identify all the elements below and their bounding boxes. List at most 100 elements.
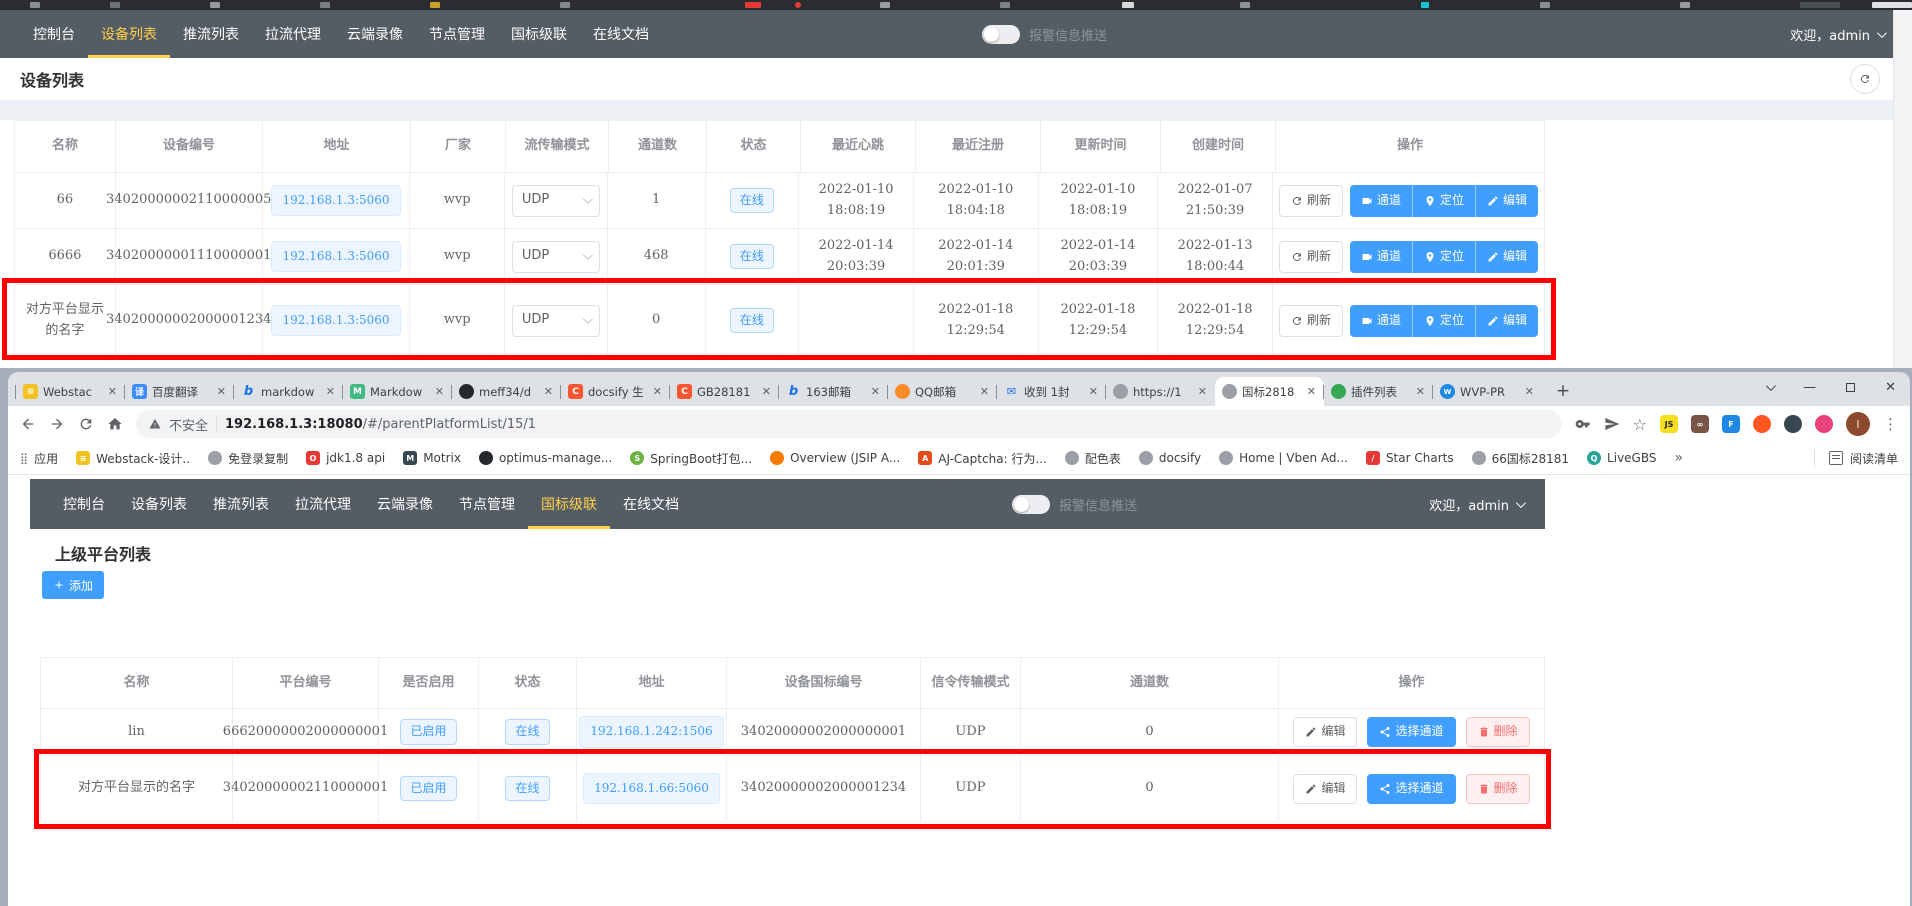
bookmark-star-icon[interactable]: ☆	[1633, 415, 1647, 434]
refresh-page-button[interactable]	[1850, 64, 1880, 94]
bookmark-springboot[interactable]: SSpringBoot打包...	[630, 450, 752, 467]
delete-button[interactable]: 删除	[1466, 717, 1530, 747]
tab-close-icon[interactable]: ✕	[107, 385, 118, 398]
alarm-push-toggle[interactable]	[982, 25, 1020, 44]
edit-button[interactable]: 编辑	[1476, 305, 1538, 337]
edit-button[interactable]: 编辑	[1476, 241, 1538, 273]
refresh-button[interactable]: 刷新	[1279, 185, 1343, 217]
tab-close-icon[interactable]: ✕	[652, 385, 663, 398]
channel-button[interactable]: 通道	[1350, 185, 1413, 217]
tab-close-icon[interactable]: ✕	[1415, 385, 1426, 398]
extension-icon[interactable]: ∞	[1691, 415, 1709, 433]
stream-mode-select[interactable]: UDP	[512, 185, 600, 217]
nav-item-cloud-record[interactable]: 云端录像	[364, 479, 446, 529]
edit-button[interactable]: 编辑	[1476, 185, 1538, 217]
tab-close-icon[interactable]: ✕	[1306, 385, 1317, 398]
new-tab-button[interactable]: +	[1550, 378, 1576, 404]
passwords-key-icon[interactable]	[1575, 416, 1591, 432]
bookmark-motrix[interactable]: MMotrix	[403, 451, 461, 465]
tab-wvp[interactable]: WWVP-PR✕	[1433, 377, 1542, 406]
bookmark-jdk-api[interactable]: Ojdk1.8 api	[306, 451, 385, 465]
locate-button[interactable]: 定位	[1413, 185, 1476, 217]
bookmark-docsify[interactable]: docsify	[1139, 451, 1201, 465]
refresh-button[interactable]: 刷新	[1279, 241, 1343, 273]
user-menu[interactable]: 欢迎，admin	[1429, 495, 1523, 514]
nav-item-gb-cascade[interactable]: 国标级联	[498, 10, 580, 58]
address-link[interactable]: 192.168.1.242:1506	[579, 716, 723, 747]
bookmark-vben[interactable]: Home | Vben Ad...	[1219, 451, 1348, 465]
address-link[interactable]: 192.168.1.3:5060	[271, 185, 400, 216]
bookmark-aj-captcha[interactable]: AAJ-Captcha: 行为...	[918, 450, 1047, 467]
url-bar[interactable]: 不安全 192.168.1.3:18080/#/parentPlatformLi…	[136, 410, 1562, 438]
tab-close-icon[interactable]: ✕	[434, 385, 445, 398]
home-button[interactable]	[107, 416, 123, 432]
tab-close-icon[interactable]: ✕	[216, 385, 227, 398]
nav-item-push-list[interactable]: 推流列表	[200, 479, 282, 529]
bookmarks-overflow-chevron[interactable]: »	[1675, 450, 1684, 466]
refresh-button[interactable]: 刷新	[1279, 305, 1343, 337]
nav-item-online-docs[interactable]: 在线文档	[580, 10, 662, 58]
tab-gb-cascade-active[interactable]: 国标2818✕	[1215, 377, 1324, 406]
nav-item-device-list[interactable]: 设备列表	[88, 10, 170, 58]
bookmark-gb28181[interactable]: 66国标28181	[1472, 450, 1569, 467]
tab-close-icon[interactable]: ✕	[979, 385, 990, 398]
delete-button[interactable]: 删除	[1466, 774, 1530, 804]
bookmark-star-charts[interactable]: /Star Charts	[1366, 451, 1454, 465]
minimize-button[interactable]: —	[1803, 380, 1816, 395]
send-to-device-icon[interactable]	[1604, 416, 1620, 432]
tab-close-icon[interactable]: ✕	[325, 385, 336, 398]
forward-button[interactable]	[49, 416, 65, 432]
channel-button[interactable]: 通道	[1350, 241, 1413, 273]
tab-close-icon[interactable]: ✕	[1524, 385, 1535, 398]
nav-item-pull-proxy[interactable]: 拉流代理	[282, 479, 364, 529]
bookmark-copy[interactable]: 免登录复制	[208, 450, 288, 467]
address-link[interactable]: 192.168.1.3:5060	[271, 305, 400, 336]
tab-webstack[interactable]: ≡Webstac✕	[16, 377, 125, 406]
extension-js-icon[interactable]: JS	[1660, 415, 1678, 433]
tab-close-icon[interactable]: ✕	[543, 385, 554, 398]
nav-item-device-list[interactable]: 设备列表	[118, 479, 200, 529]
bookmark-apps[interactable]: ⣿应用	[20, 450, 58, 467]
extension-fire-icon[interactable]	[1753, 415, 1771, 433]
tab-github[interactable]: meff34/d✕	[452, 377, 561, 406]
scrollbar-track[interactable]	[1893, 10, 1912, 368]
tab-markdown-green[interactable]: MMarkdow✕	[343, 377, 452, 406]
tab-close-icon[interactable]: ✕	[761, 385, 772, 398]
nav-item-node-manage[interactable]: 节点管理	[416, 10, 498, 58]
stream-mode-select[interactable]: UDP	[512, 305, 600, 337]
bookmark-colors[interactable]: 配色表	[1065, 450, 1121, 467]
tab-extensions[interactable]: 插件列表✕	[1324, 377, 1433, 406]
edit-button[interactable]: 编辑	[1293, 774, 1357, 804]
nav-item-cloud-record[interactable]: 云端录像	[334, 10, 416, 58]
user-menu[interactable]: 欢迎，admin	[1790, 25, 1884, 44]
tab-search-chevron-icon[interactable]	[1766, 381, 1776, 391]
add-platform-button[interactable]: 添加	[42, 571, 104, 599]
locate-button[interactable]: 定位	[1413, 241, 1476, 273]
nav-item-pull-proxy[interactable]: 拉流代理	[252, 10, 334, 58]
tab-close-icon[interactable]: ✕	[870, 385, 881, 398]
bookmark-optimus[interactable]: optimus-manage...	[479, 451, 612, 465]
locate-button[interactable]: 定位	[1413, 305, 1476, 337]
bookmark-livegbs[interactable]: QLiveGBS	[1587, 451, 1656, 465]
browser-menu-icon[interactable]: ⋮	[1883, 415, 1898, 433]
tab-docsify[interactable]: Cdocsify 生✕	[561, 377, 670, 406]
close-window-button[interactable]: ✕	[1885, 380, 1896, 395]
bookmark-webstack[interactable]: ≡Webstack-设计..	[76, 450, 190, 467]
channel-button[interactable]: 通道	[1350, 305, 1413, 337]
edit-button[interactable]: 编辑	[1293, 717, 1357, 747]
tab-https[interactable]: https://1✕	[1106, 377, 1215, 406]
nav-item-online-docs[interactable]: 在线文档	[610, 479, 692, 529]
select-channel-button[interactable]: 选择通道	[1367, 717, 1455, 747]
tab-baidu-translate[interactable]: 译百度翻译✕	[125, 377, 234, 406]
maximize-button[interactable]	[1846, 383, 1855, 392]
profile-avatar[interactable]: I	[1846, 412, 1870, 436]
extension-icon[interactable]	[1784, 415, 1802, 433]
nav-item-push-list[interactable]: 推流列表	[170, 10, 252, 58]
extension-icon[interactable]: F	[1722, 415, 1740, 433]
back-button[interactable]	[20, 416, 36, 432]
nav-item-console[interactable]: 控制台	[50, 479, 118, 529]
tab-gb28181[interactable]: CGB28181✕	[670, 377, 779, 406]
alarm-push-toggle[interactable]	[1012, 495, 1050, 514]
extension-icon[interactable]	[1815, 415, 1833, 433]
tab-inbox[interactable]: ✉收到 1封✕	[997, 377, 1106, 406]
